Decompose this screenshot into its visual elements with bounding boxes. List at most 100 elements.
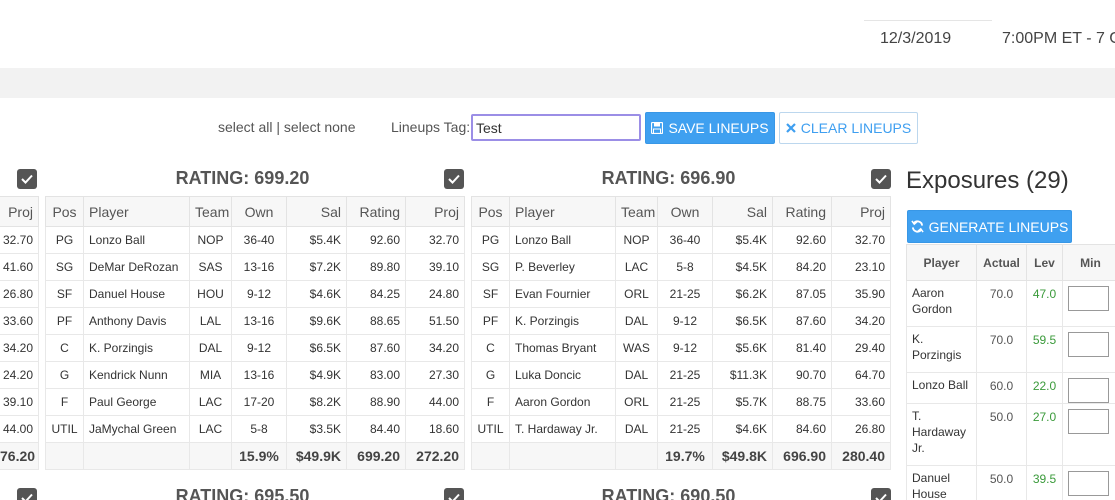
column-header-own[interactable]: Own <box>231 196 287 227</box>
table-row[interactable]: SG P. Beverley LAC 5-8 $4.5K 84.20 23.10 <box>471 253 891 281</box>
proj-cell: 27.30 <box>405 361 465 389</box>
exposures-header-player[interactable]: Player <box>906 244 977 281</box>
exposure-row[interactable]: Danuel House 50.0 39.5 <box>906 465 1115 500</box>
pos-cell: SG <box>45 253 84 281</box>
separator: | <box>276 119 280 135</box>
column-header-pos[interactable]: Pos <box>471 196 510 227</box>
check-icon <box>875 174 887 184</box>
save-lineups-button[interactable]: SAVE LINEUPS <box>645 112 775 144</box>
team-cell: HOU <box>189 280 232 308</box>
team-cell: LAC <box>615 253 658 281</box>
lineup-checkbox[interactable] <box>871 169 891 189</box>
lineup-checkbox[interactable] <box>444 169 464 189</box>
pos-cell: C <box>45 334 84 362</box>
check-icon <box>875 493 887 500</box>
table-row[interactable]: F Paul George LAC 17-20 $8.2K 88.90 44.00 <box>45 388 465 416</box>
player-cell: Anthony Davis <box>83 307 190 335</box>
own-cell: 21-25 <box>657 388 713 416</box>
exposures-header-actual[interactable]: Actual <box>976 244 1027 281</box>
column-header-rating[interactable]: Rating <box>346 196 406 227</box>
table-row[interactable]: C K. Porzingis DAL 9-12 $6.5K 87.60 34.20 <box>45 334 465 362</box>
own-cell: 21-25 <box>657 280 713 308</box>
column-header-rating[interactable]: Rating <box>772 196 832 227</box>
table-row[interactable]: PF K. Porzingis DAL 9-12 $6.5K 87.60 34.20 <box>471 307 891 335</box>
exposure-row[interactable]: Aaron Gordon 70.0 47.0 <box>906 280 1115 327</box>
exposure-row[interactable]: K. Porzingis 70.0 59.5 <box>906 326 1115 373</box>
salary-cell: $5.4K <box>712 226 773 254</box>
table-row[interactable]: G Kendrick Nunn MIA 13-16 $4.9K 83.00 27.30 <box>45 361 465 389</box>
column-header-sal[interactable]: Sal <box>286 196 347 227</box>
table-row[interactable]: PG Lonzo Ball NOP 36-40 $5.4K 92.60 32.70 <box>45 226 465 254</box>
select-none-link[interactable]: select none <box>284 119 356 135</box>
clear-lineups-label: CLEAR LINEUPS <box>800 120 912 136</box>
exposure-actual: 50.0 <box>976 403 1027 466</box>
lineup-checkbox[interactable] <box>17 169 37 189</box>
clear-lineups-button[interactable]: CLEAR LINEUPS <box>779 112 918 144</box>
proj-total: 272.20 <box>405 442 465 470</box>
column-header-own[interactable]: Own <box>657 196 713 227</box>
select-all-link[interactable]: select all <box>218 119 272 135</box>
salary-cell: $5.4K <box>286 226 347 254</box>
min-exposure-input[interactable] <box>1068 332 1109 357</box>
table-row[interactable]: SG DeMar DeRozan SAS 13-16 $7.2K 89.80 39.10 <box>45 253 465 281</box>
exposures-header-min[interactable]: Min <box>1062 244 1115 281</box>
player-cell: Lonzo Ball <box>83 226 190 254</box>
own-total: 15.9% <box>231 442 287 470</box>
totals-empty <box>45 442 84 470</box>
own-cell: 9-12 <box>657 334 713 362</box>
column-header-team[interactable]: Team <box>189 196 232 227</box>
table-row[interactable]: C Thomas Bryant WAS 9-12 $5.6K 81.40 29.40 <box>471 334 891 362</box>
exposure-row[interactable]: T. Hardaway Jr. 50.0 27.0 <box>906 403 1115 466</box>
generate-lineups-button[interactable]: GENERATE LINEUPS <box>907 210 1072 243</box>
exposure-row[interactable]: Lonzo Ball 60.0 22.0 <box>906 372 1115 404</box>
pos-cell: F <box>45 388 84 416</box>
table-row[interactable]: UTIL T. Hardaway Jr. DAL 21-25 $4.6K 84.60 26.… <box>471 415 891 443</box>
column-header-proj[interactable]: Proj <box>831 196 891 227</box>
table-row[interactable]: F Aaron Gordon ORL 21-25 $5.7K 88.75 33.60 <box>471 388 891 416</box>
column-header-pos[interactable]: Pos <box>45 196 84 227</box>
save-lineups-label: SAVE LINEUPS <box>668 120 769 136</box>
column-header-player[interactable]: Player <box>83 196 190 227</box>
proj-cell: 32.70 <box>405 226 465 254</box>
column-header-sal[interactable]: Sal <box>712 196 773 227</box>
totals-row: 15.9% $49.9K 699.20 272.20 <box>45 442 465 470</box>
table-row[interactable]: PG Lonzo Ball NOP 36-40 $5.4K 92.60 32.70 <box>471 226 891 254</box>
own-cell: 9-12 <box>231 334 287 362</box>
column-header-player[interactable]: Player <box>509 196 616 227</box>
table-row[interactable]: G Luka Doncic DAL 21-25 $11.3K 90.70 64.70 <box>471 361 891 389</box>
lineup-checkbox[interactable] <box>871 488 891 500</box>
exposure-actual: 70.0 <box>976 280 1027 327</box>
table-row[interactable]: PF Anthony Davis LAL 13-16 $9.6K 88.65 51.50 <box>45 307 465 335</box>
own-total: 19.7% <box>657 442 713 470</box>
min-exposure-input[interactable] <box>1068 286 1109 311</box>
partial-lineup-table: Proj 32.70 41.60 26.80 33.60 34.20 24.20… <box>0 196 39 470</box>
exposure-min-cell <box>1062 280 1115 327</box>
exposures-header-lev[interactable]: Lev <box>1026 244 1063 281</box>
slate-time[interactable]: 7:00PM ET - 7 G <box>1002 30 1115 48</box>
rating-cell: 84.25 <box>346 280 406 308</box>
player-cell: Thomas Bryant <box>509 334 616 362</box>
column-header-proj[interactable]: Proj <box>405 196 465 227</box>
lineups-tag-input[interactable] <box>471 114 641 141</box>
proj-cell: 34.20 <box>831 307 891 335</box>
pos-cell: SF <box>471 280 510 308</box>
check-icon <box>21 493 33 500</box>
team-cell: DAL <box>189 334 232 362</box>
lineup-checkbox[interactable] <box>17 488 37 500</box>
rating-total: 696.90 <box>772 442 832 470</box>
table-row[interactable]: SF Evan Fournier ORL 21-25 $6.2K 87.05 35.90 <box>471 280 891 308</box>
lineup-checkbox[interactable] <box>444 488 464 500</box>
player-cell: JaMychal Green <box>83 415 190 443</box>
check-icon <box>21 174 33 184</box>
table-row[interactable]: SF Danuel House HOU 9-12 $4.6K 84.25 24.80 <box>45 280 465 308</box>
pos-cell: F <box>471 388 510 416</box>
min-exposure-input[interactable] <box>1068 378 1109 403</box>
column-header-team[interactable]: Team <box>615 196 658 227</box>
rating-cell: 92.60 <box>346 226 406 254</box>
own-cell: 36-40 <box>231 226 287 254</box>
min-exposure-input[interactable] <box>1068 471 1109 496</box>
salary-cell: $4.5K <box>712 253 773 281</box>
exposure-player: T. Hardaway Jr. <box>906 403 977 466</box>
min-exposure-input[interactable] <box>1068 409 1109 434</box>
table-row[interactable]: UTIL JaMychal Green LAC 5-8 $3.5K 84.40 18.60 <box>45 415 465 443</box>
